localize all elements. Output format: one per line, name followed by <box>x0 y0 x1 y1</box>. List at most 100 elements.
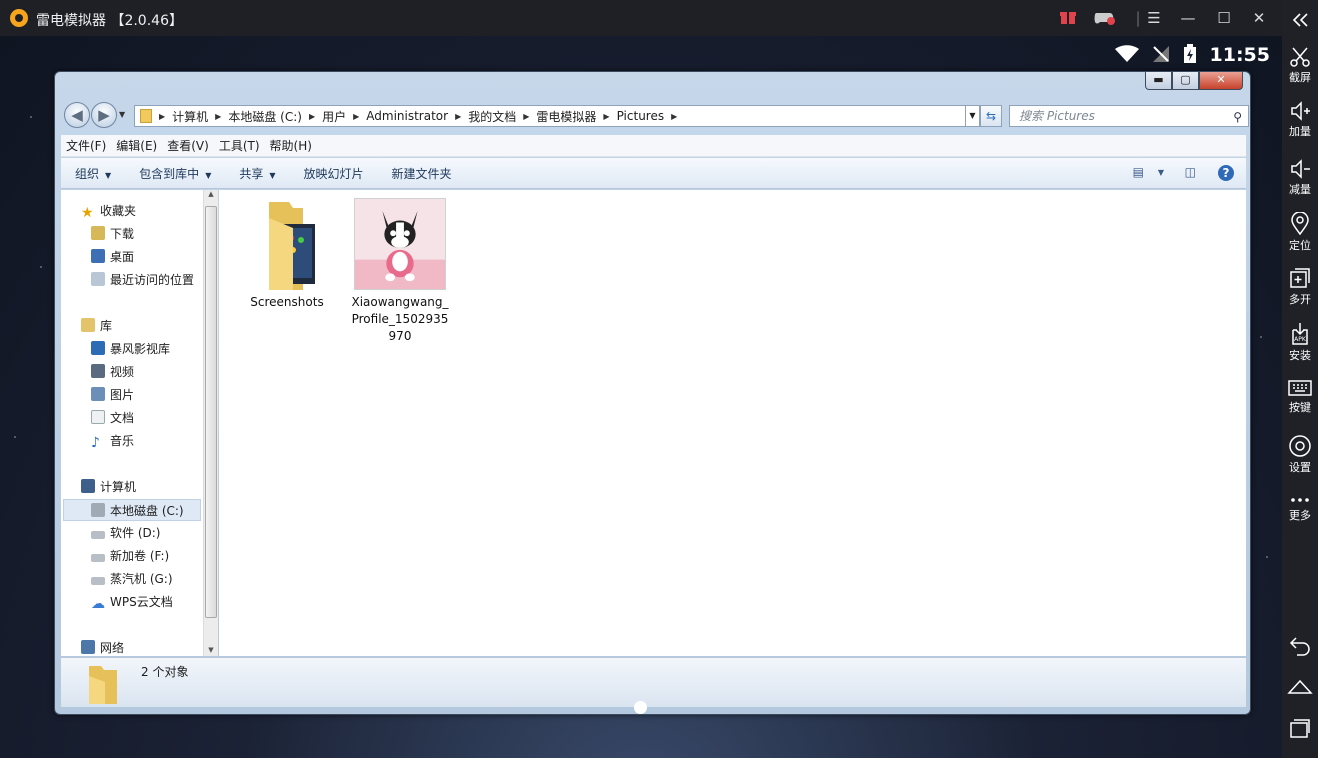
breadcrumb-my-documents[interactable]: 我的文档 <box>464 108 520 125</box>
sidebar-more-button[interactable]: 更多 <box>1282 486 1318 536</box>
sidebar-keymap-button[interactable]: 按键 <box>1282 374 1318 424</box>
help-icon[interactable]: ? <box>1218 165 1234 181</box>
gamepad-icon[interactable] <box>1092 8 1116 28</box>
cloud-icon: ☁ <box>91 596 105 612</box>
close-icon[interactable]: ✕ <box>1249 8 1269 28</box>
android-home-button[interactable] <box>1282 672 1318 706</box>
nav-item-drive-f[interactable]: 新加卷 (F:) <box>91 545 169 567</box>
organize-button[interactable]: 组织 ▼ <box>61 165 125 182</box>
downloads-icon <box>91 226 105 240</box>
view-dropdown-icon[interactable]: ▼ <box>1158 168 1164 177</box>
back-arrow-icon <box>1289 637 1310 656</box>
view-options-icon[interactable]: ▤ <box>1133 165 1144 179</box>
share-button[interactable]: 共享 ▼ <box>225 165 289 182</box>
status-bar: 2 个对象 <box>61 657 1246 707</box>
nav-item-local-disk-c[interactable]: 本地磁盘 (C:) <box>63 499 201 521</box>
navigation-bar: ◀ ▶ ▼ ▶ 计算机 ▶ 本地磁盘 (C:) ▶ 用户 ▶ Administr… <box>61 101 1249 131</box>
new-folder-button[interactable]: 新建文件夹 <box>378 165 466 182</box>
nav-item-drive-d[interactable]: 软件 (D:) <box>91 522 160 544</box>
nav-item-documents[interactable]: 文档 <box>91 407 134 429</box>
document-icon <box>91 410 105 424</box>
nav-computer[interactable]: 计算机 <box>81 476 136 498</box>
menu-tools[interactable]: 工具(T) <box>214 137 265 154</box>
double-chevron-left-icon <box>1292 13 1308 27</box>
forward-button[interactable]: ▶ <box>91 102 117 128</box>
breadcrumb-computer[interactable]: 计算机 <box>168 108 212 125</box>
nav-item-music[interactable]: ♪ 音乐 <box>91 430 134 452</box>
address-bar[interactable]: ▶ 计算机 ▶ 本地磁盘 (C:) ▶ 用户 ▶ Administrator ▶… <box>134 105 966 127</box>
svg-text:APK: APK <box>1294 336 1307 343</box>
breadcrumb-leidian[interactable]: 雷电模拟器 <box>532 108 600 125</box>
window-close-button[interactable]: ✕ <box>1199 72 1243 90</box>
breadcrumb-local-disk[interactable]: 本地磁盘 (C:) <box>224 108 306 125</box>
nav-item-videos[interactable]: 视频 <box>91 361 134 383</box>
leidian-logo-icon <box>10 9 28 27</box>
sidebar-multi-instance-button[interactable]: 多开 <box>1282 262 1318 312</box>
sidebar-location-button[interactable]: 定位 <box>1282 208 1318 258</box>
android-back-button[interactable] <box>1282 630 1318 664</box>
nav-item-downloads[interactable]: 下载 <box>91 223 134 245</box>
scrollbar-thumb[interactable] <box>205 206 217 618</box>
desktop-icon <box>91 249 105 263</box>
drive-icon <box>91 531 105 539</box>
scroll-down-icon: ▼ <box>208 646 214 654</box>
menu-edit[interactable]: 编辑(E) <box>111 137 162 154</box>
menu-help[interactable]: 帮助(H) <box>265 137 317 154</box>
address-dropdown[interactable]: ▼ <box>966 105 980 127</box>
preview-pane-icon[interactable]: ◫ <box>1185 165 1196 179</box>
navpane-scrollbar[interactable]: ▲ ▼ <box>203 190 218 656</box>
breadcrumb-pictures[interactable]: Pictures <box>613 109 669 123</box>
file-item-screenshots[interactable]: Screenshots <box>235 198 339 311</box>
breadcrumb-users[interactable]: 用户 <box>318 108 350 125</box>
home-icon <box>1287 679 1313 694</box>
sidebar-screenshot-button[interactable]: 截屏 <box>1282 42 1318 92</box>
scissors-icon <box>1290 47 1310 67</box>
nav-item-pictures[interactable]: 图片 <box>91 384 134 406</box>
gift-icon[interactable] <box>1058 8 1078 28</box>
window-maximize-button[interactable]: ▢ <box>1172 72 1199 90</box>
drive-icon <box>91 577 105 585</box>
computer-icon <box>81 479 95 493</box>
nav-item-baofeng[interactable]: 暴风影视库 <box>91 338 170 360</box>
refresh-button[interactable]: ⇆ <box>980 105 1002 127</box>
emulator-title: 雷电模拟器 【2.0.46】 <box>36 13 183 29</box>
sidebar-volume-down-button[interactable]: 减量 <box>1282 154 1318 204</box>
maximize-icon[interactable]: ☐ <box>1214 8 1234 28</box>
nav-library[interactable]: 库 <box>81 315 112 337</box>
search-icon: ⚲ <box>1233 110 1242 124</box>
sidebar-install-apk-button[interactable]: APK 安装 <box>1282 318 1318 368</box>
more-icon <box>1291 498 1309 502</box>
slideshow-button[interactable]: 放映幻灯片 <box>290 165 378 182</box>
nav-item-drive-g[interactable]: 蒸汽机 (G:) <box>91 568 173 590</box>
menu-icon[interactable]: ☰ <box>1144 8 1164 28</box>
minimize-icon[interactable]: — <box>1178 8 1198 28</box>
nav-item-desktop[interactable]: 桌面 <box>91 246 134 268</box>
nav-network[interactable]: 网络 <box>81 637 124 656</box>
object-count: 2 个对象 <box>141 665 189 679</box>
search-input[interactable]: 搜索 Pictures ⚲ <box>1009 105 1249 127</box>
back-button[interactable]: ◀ <box>64 102 90 128</box>
no-signal-icon <box>1153 46 1170 62</box>
android-recents-button[interactable] <box>1282 712 1318 746</box>
recent-apps-icon <box>1290 719 1310 738</box>
window-minimize-button[interactable]: ▬ <box>1145 72 1172 90</box>
menu-view[interactable]: 查看(V) <box>162 137 214 154</box>
breadcrumb-administrator[interactable]: Administrator <box>362 109 452 123</box>
sidebar-volume-up-button[interactable]: 加量 <box>1282 96 1318 146</box>
nav-favorites[interactable]: ★ 收藏夹 <box>81 200 136 222</box>
nav-item-wps-cloud[interactable]: ☁ WPS云文档 <box>91 591 173 613</box>
window-controls: ▬ ▢ ✕ <box>1145 72 1243 91</box>
include-in-library-button[interactable]: 包含到库中 ▼ <box>125 165 225 182</box>
collapse-sidebar-button[interactable] <box>1282 6 1318 32</box>
nav-item-recent[interactable]: 最近访问的位置 <box>91 269 194 291</box>
drive-icon <box>91 554 105 562</box>
battery-charging-icon <box>1183 44 1196 63</box>
menu-bar: 文件(F) 编辑(E) 查看(V) 工具(T) 帮助(H) <box>61 135 1246 157</box>
file-item-profile-image[interactable]: Xiaowangwang_ Profile_1502935 970 <box>348 198 452 345</box>
menu-file[interactable]: 文件(F) <box>61 137 111 154</box>
recent-pages-dropdown[interactable]: ▼ <box>119 110 125 119</box>
sidebar-settings-button[interactable]: 设置 <box>1282 430 1318 480</box>
folder-icon <box>89 666 117 704</box>
volume-up-icon <box>1291 101 1310 121</box>
picture-icon <box>91 387 105 401</box>
